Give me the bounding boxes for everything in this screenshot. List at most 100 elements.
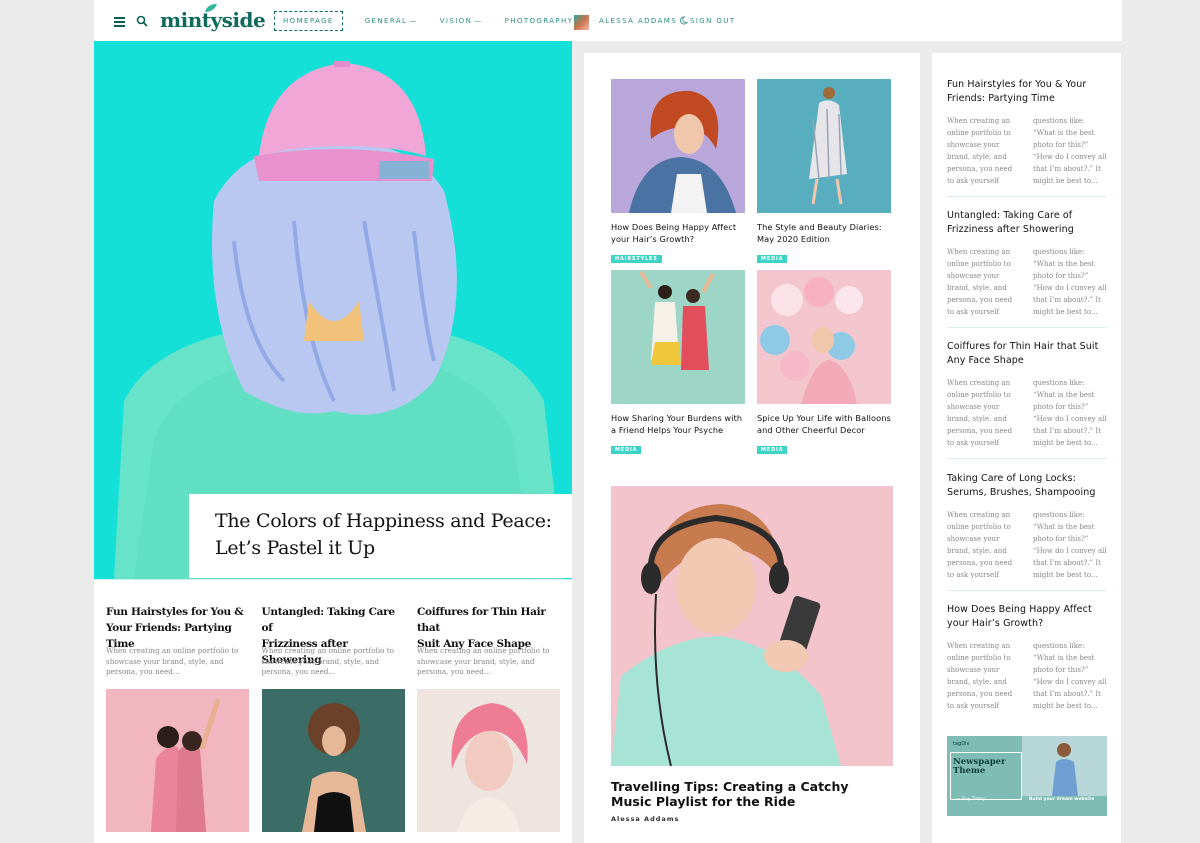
title-line: Fun Hairstyles for You & <box>106 606 244 618</box>
excerpt-column: When creating an online portfolio to sho… <box>947 511 1013 579</box>
category-tag[interactable]: MEDIA <box>611 446 642 454</box>
menu-icon[interactable] <box>114 17 125 27</box>
nav-label: PHOTOGRAPHY <box>504 16 574 25</box>
mini-image-row <box>106 689 560 832</box>
sidebar-post-excerpt: When creating an online portfolio to sho… <box>947 377 1107 449</box>
ad-title-line: Theme <box>953 766 986 776</box>
post-thumbnail[interactable] <box>106 689 249 832</box>
avatar[interactable] <box>574 15 589 30</box>
excerpt-column: questions like: “What is the best photo … <box>1033 117 1107 185</box>
grid-post-title[interactable]: How Does Being Happy Affect your Hair’s … <box>611 221 745 245</box>
leaf-icon <box>205 4 217 12</box>
divider <box>947 196 1107 197</box>
ad-cta[interactable]: Build your dream website <box>1029 797 1094 802</box>
mini-post-excerpt: When creating an online portfolio to sho… <box>106 646 239 676</box>
excerpt-column: questions like: “What is the best photo … <box>1033 379 1107 447</box>
divider <box>947 327 1107 328</box>
excerpt-column: When creating an online portfolio to sho… <box>947 117 1013 185</box>
sidebar-post-excerpt: When creating an online portfolio to sho… <box>947 246 1107 318</box>
sidebar-post-title[interactable]: How Does Being Happy Affect your Hair’s … <box>947 603 1107 633</box>
dropdown-caret-icon: — <box>474 16 483 25</box>
category-tag[interactable]: HAIRSTYLES <box>611 255 662 263</box>
top-header: mintyside HOMEPAGE GENERAL — VISION — PHOT… <box>94 0 1122 41</box>
mini-post-excerpt: When creating an online portfolio to sho… <box>417 646 550 676</box>
excerpt-column: questions like: “What is the best photo … <box>1033 642 1107 710</box>
post-thumbnail[interactable] <box>611 79 745 213</box>
nav-label: GENERAL <box>364 16 408 25</box>
mini-post[interactable]: Untangled: Taking Care of Frizziness afte… <box>262 604 405 678</box>
sidebar-post[interactable]: Fun Hairstyles for You & Your Friends: P… <box>947 78 1107 187</box>
sidebar-post-excerpt: When creating an online portfolio to sho… <box>947 115 1107 187</box>
sidebar-post[interactable]: Taking Care of Long Locks: Serums, Brush… <box>947 472 1107 581</box>
grid-post[interactable]: Spice Up Your Life with Balloons and Oth… <box>757 270 891 455</box>
title-line: Untangled: Taking Care of <box>261 606 396 634</box>
ad-brand: tagDiv <box>953 741 970 747</box>
mini-post-title[interactable]: Coiffures for Thin Hair that Suit Any Fac… <box>417 604 560 650</box>
search-icon[interactable] <box>136 15 148 27</box>
nav-photography[interactable]: PHOTOGRAPHY— <box>505 17 584 25</box>
divider <box>94 579 572 580</box>
hero-title-box[interactable]: The Colors of Happiness and Peace: Let’s… <box>189 494 572 578</box>
grid-post[interactable]: How Does Being Happy Affect your Hair’s … <box>611 79 745 264</box>
post-thumbnail[interactable] <box>261 689 405 832</box>
grid-post-title[interactable]: Spice Up Your Life with Balloons and Oth… <box>757 412 891 436</box>
post-thumbnail[interactable] <box>611 270 745 404</box>
title-line: Coiffures for Thin Hair that <box>417 606 546 634</box>
user-name-link[interactable]: ALESSA ADDAMS <box>599 17 677 25</box>
main-nav: HOMEPAGE GENERAL— VISION— PHOTOGRAPHY— <box>274 0 606 41</box>
sidebar-post-title[interactable]: Taking Care of Long Locks: Serums, Brush… <box>947 472 1107 502</box>
nav-label: HOMEPAGE <box>283 16 334 25</box>
grid-post[interactable]: How Sharing Your Burdens with a Friend H… <box>611 270 745 455</box>
ad-title: Newspaper Theme <box>953 758 1006 776</box>
sidebar-post[interactable]: Untangled: Taking Care of Frizziness aft… <box>947 209 1107 318</box>
grid-post-title[interactable]: How Sharing Your Burdens with a Friend H… <box>611 412 745 436</box>
thumbnail-illustration <box>611 270 745 404</box>
excerpt-column: When creating an online portfolio to sho… <box>947 248 1013 316</box>
nav-label: VISION <box>439 16 473 25</box>
category-tag[interactable]: MEDIA <box>757 255 788 263</box>
mini-post[interactable]: Coiffures for Thin Hair that Suit Any Fac… <box>417 604 560 678</box>
featured-illustration <box>611 486 893 766</box>
ad-image <box>1022 736 1107 796</box>
mini-post-title[interactable]: Fun Hairstyles for You & Your Friends: Pa… <box>106 604 249 650</box>
excerpt-column: When creating an online portfolio to sho… <box>947 379 1013 447</box>
right-sidebar: Fun Hairstyles for You & Your Friends: P… <box>932 53 1121 843</box>
hero-title[interactable]: The Colors of Happiness and Peace: Let’s… <box>215 508 572 562</box>
divider <box>947 458 1107 459</box>
mini-post[interactable]: Fun Hairstyles for You & Your Friends: Pa… <box>106 604 249 678</box>
hero-title-line: Let’s Pastel it Up <box>215 537 375 559</box>
middle-column: How Does Being Happy Affect your Hair’s … <box>584 53 920 843</box>
sidebar-post-title[interactable]: Coiffures for Thin Hair that Suit Any Fa… <box>947 340 1107 370</box>
sidebar-post-title[interactable]: Untangled: Taking Care of Frizziness aft… <box>947 209 1107 239</box>
category-tag[interactable]: MEDIA <box>757 446 788 454</box>
sidebar-post[interactable]: Coiffures for Thin Hair that Suit Any Fa… <box>947 340 1107 449</box>
post-thumbnail[interactable] <box>417 689 560 832</box>
mini-post-list: Fun Hairstyles for You & Your Friends: Pa… <box>106 604 560 678</box>
sidebar-post-excerpt: When creating an online portfolio to sho… <box>947 640 1107 712</box>
ad-illustration <box>1022 736 1107 796</box>
ad-buy-link[interactable]: — Buy Today <box>956 797 985 802</box>
grid-post-title[interactable]: The Style and Beauty Diaries: May 2020 E… <box>757 221 891 245</box>
sidebar-post[interactable]: How Does Being Happy Affect your Hair’s … <box>947 603 1107 712</box>
featured-title[interactable]: Travelling Tips: Creating a Catchy Music… <box>611 779 893 809</box>
sign-out-link[interactable]: SIGN OUT <box>690 17 736 25</box>
featured-image[interactable] <box>611 486 893 766</box>
nav-vision[interactable]: VISION — <box>440 17 483 25</box>
divider <box>947 590 1107 591</box>
thumbnail-illustration <box>106 689 249 832</box>
post-thumbnail[interactable] <box>757 79 891 213</box>
nav-general[interactable]: GENERAL — <box>365 17 418 25</box>
thumbnail-illustration <box>417 689 560 832</box>
excerpt-column: When creating an online portfolio to sho… <box>947 642 1013 710</box>
moon-icon <box>679 16 688 25</box>
thumbnail-illustration <box>757 79 891 213</box>
grid-post[interactable]: The Style and Beauty Diaries: May 2020 E… <box>757 79 891 264</box>
sidebar-post-title[interactable]: Fun Hairstyles for You & Your Friends: P… <box>947 78 1107 108</box>
nav-homepage[interactable]: HOMEPAGE <box>274 10 343 31</box>
mini-post-excerpt: When creating an online portfolio to sho… <box>261 646 394 676</box>
mini-post-title[interactable]: Untangled: Taking Care of Frizziness afte… <box>261 604 405 666</box>
excerpt-column: questions like: “What is the best photo … <box>1033 248 1107 316</box>
post-thumbnail[interactable] <box>757 270 891 404</box>
author-link[interactable]: Alessa Addams <box>611 815 679 823</box>
newspaper-theme-ad[interactable]: tagDiv Newspaper Theme — Buy Today Build … <box>947 736 1107 816</box>
